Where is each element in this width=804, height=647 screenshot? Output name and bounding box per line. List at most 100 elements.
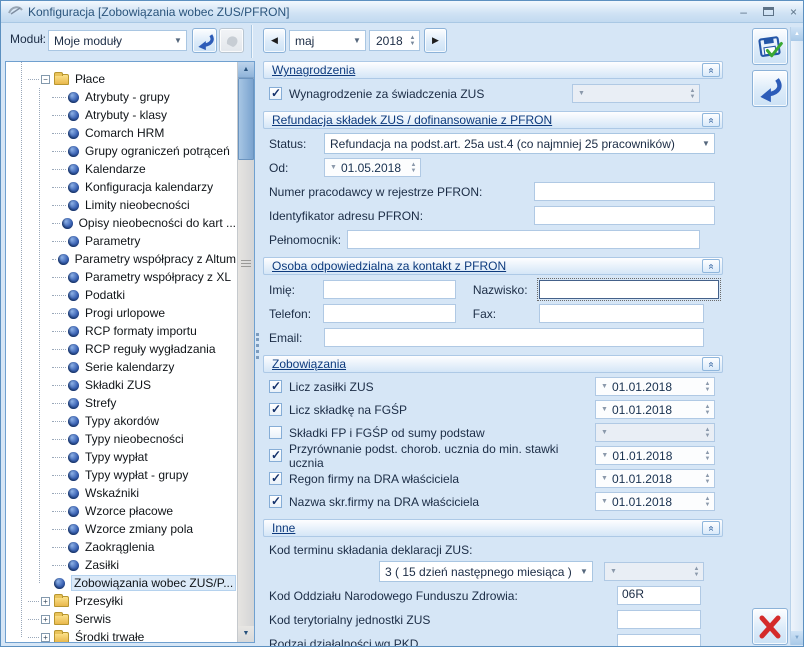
expand-toggle-icon[interactable]: + (41, 615, 50, 624)
checkbox-wynagrodzenie-zus[interactable] (269, 87, 282, 100)
scroll-down-icon[interactable]: ▼ (238, 626, 254, 642)
date-field[interactable]: ▼01.01.2018▲▼ (595, 469, 715, 488)
tree-item[interactable]: Wskaźniki (6, 484, 236, 502)
tree-item[interactable]: Kalendarze (6, 160, 236, 178)
tree-item[interactable]: Typy wypłat - grupy (6, 466, 236, 484)
tree-item[interactable]: RCP reguły wygładzania (6, 340, 236, 358)
scrollbar-thumb[interactable] (238, 78, 254, 160)
tree-item[interactable]: Strefy (6, 394, 236, 412)
spinner-arrows-icon[interactable]: ▲▼ (701, 401, 714, 418)
tree-item[interactable]: +Środki trwałe (6, 628, 236, 642)
prev-month-button[interactable]: ◀ (263, 28, 286, 53)
collapse-section-button[interactable]: « (702, 113, 720, 127)
next-month-button[interactable]: ▶ (424, 28, 447, 53)
spinner-arrows-icon[interactable]: ▲▼ (701, 493, 714, 510)
tree-item[interactable]: Atrybuty - klasy (6, 106, 236, 124)
tree-item[interactable]: +Przesyłki (6, 592, 236, 610)
close-button[interactable]: × (790, 6, 797, 18)
checkbox[interactable] (269, 495, 282, 508)
tree-scrollbar[interactable]: ▲ ▼ (237, 62, 254, 642)
globe-icon (68, 380, 79, 391)
spinner-arrows-icon[interactable]: ▲▼ (406, 35, 419, 47)
imie-input[interactable] (323, 280, 455, 299)
expand-toggle-icon[interactable]: + (41, 633, 50, 642)
text-input[interactable] (617, 610, 701, 629)
tree-item[interactable]: Atrybuty - grupy (6, 88, 236, 106)
nazwisko-input[interactable] (539, 280, 719, 299)
text-input[interactable] (534, 206, 715, 225)
od-date-field[interactable]: ▼ 01.05.2018 ▲▼ (324, 158, 421, 177)
year-spinner[interactable]: 2018 ▲▼ (369, 30, 420, 51)
scroll-down-icon[interactable]: ▼ (791, 631, 803, 645)
tree-item[interactable]: Wzorce płacowe (6, 502, 236, 520)
checkbox[interactable] (269, 403, 282, 416)
expand-toggle-icon[interactable]: − (41, 75, 50, 84)
tree-item[interactable]: Wzorce zmiany pola (6, 520, 236, 538)
content-scrollbar[interactable]: ▲ ▼ (790, 27, 803, 645)
tree-item[interactable]: Podatki (6, 286, 236, 304)
tree-item[interactable]: −Płace (6, 70, 236, 88)
checkbox[interactable] (269, 426, 282, 439)
status-select[interactable]: Refundacja na podst.art. 25a ust.4 (co n… (324, 133, 715, 154)
pelnomocnik-label: Pełnomocnik: (269, 233, 341, 247)
text-input[interactable] (617, 634, 701, 647)
tree-item[interactable]: Serie kalendarzy (6, 358, 236, 376)
save-button[interactable] (752, 28, 788, 65)
panel-splitter[interactable] (256, 333, 259, 359)
tree-item[interactable]: Comarch HRM (6, 124, 236, 142)
tree-item[interactable]: Zaokrąglenia (6, 538, 236, 556)
text-input[interactable]: 06R (617, 586, 701, 605)
tree-item[interactable]: Typy akordów (6, 412, 236, 430)
collapse-section-button[interactable]: « (702, 357, 720, 371)
tree-item[interactable]: Zobowiązania wobec ZUS/P... (6, 574, 236, 592)
module-select[interactable]: Moje moduły ▼ (48, 30, 187, 51)
undo-changes-button[interactable] (752, 70, 788, 107)
checkbox[interactable] (269, 380, 282, 393)
telefon-input[interactable] (323, 304, 455, 323)
expand-toggle-icon[interactable]: + (41, 597, 50, 606)
pelnomocnik-input[interactable] (347, 230, 700, 249)
tree-item[interactable]: Typy nieobecności (6, 430, 236, 448)
cancel-button[interactable] (752, 608, 788, 645)
module-label: Moduł: (10, 32, 46, 46)
scroll-up-icon[interactable]: ▲ (238, 62, 254, 78)
date-field[interactable]: ▼01.01.2018▲▼ (595, 492, 715, 511)
tree-item[interactable]: Limity nieobecności (6, 196, 236, 214)
date-field[interactable]: ▼01.01.2018▲▼ (595, 400, 715, 419)
tree-item[interactable]: +Serwis (6, 610, 236, 628)
globe-icon (68, 146, 79, 157)
tree-item[interactable]: Składki ZUS (6, 376, 236, 394)
spinner-arrows-icon[interactable]: ▲▼ (701, 470, 714, 487)
fax-input[interactable] (539, 304, 704, 323)
collapse-section-button[interactable]: « (702, 63, 720, 77)
spinner-arrows-icon[interactable]: ▲▼ (701, 378, 714, 395)
kod-terminu-select[interactable]: 3 ( 15 dzień następnego miesiąca ) ▼ (379, 561, 593, 582)
tree-item[interactable]: Konfiguracja kalendarzy (6, 178, 236, 196)
tree-item[interactable]: Parametry (6, 232, 236, 250)
tree-item[interactable]: Progi urlopowe (6, 304, 236, 322)
tree-item[interactable]: Parametry współpracy z Altum (6, 250, 236, 268)
minimize-button[interactable]: – (740, 6, 747, 18)
month-select[interactable]: maj ▼ (289, 30, 366, 51)
text-input[interactable] (534, 182, 715, 201)
date-field[interactable]: ▼01.01.2018▲▼ (595, 377, 715, 396)
collapse-section-button[interactable]: « (702, 259, 720, 273)
tree-item[interactable]: Zasiłki (6, 556, 236, 574)
spinner-arrows-icon[interactable]: ▲▼ (407, 159, 420, 176)
tree-item[interactable]: Opisy nieobecności do kart ... (6, 214, 236, 232)
tree-connector (52, 151, 66, 152)
tree-item-label: Atrybuty - grupy (85, 90, 170, 104)
tree-item[interactable]: Parametry współpracy z XL (6, 268, 236, 286)
tree-item[interactable]: Typy wypłat (6, 448, 236, 466)
refresh-config-button[interactable] (192, 28, 217, 53)
email-input[interactable] (324, 328, 704, 347)
tree-item[interactable]: RCP formaty importu (6, 322, 236, 340)
scroll-up-icon[interactable]: ▲ (791, 27, 803, 41)
checkbox[interactable] (269, 472, 282, 485)
tree-item[interactable]: Grupy ograniczeń potrąceń (6, 142, 236, 160)
spinner-arrows-icon[interactable]: ▲▼ (701, 447, 714, 464)
date-field[interactable]: ▼01.01.2018▲▼ (595, 446, 715, 465)
maximize-button[interactable] (763, 7, 774, 16)
checkbox[interactable] (269, 449, 282, 462)
collapse-section-button[interactable]: « (702, 521, 720, 535)
